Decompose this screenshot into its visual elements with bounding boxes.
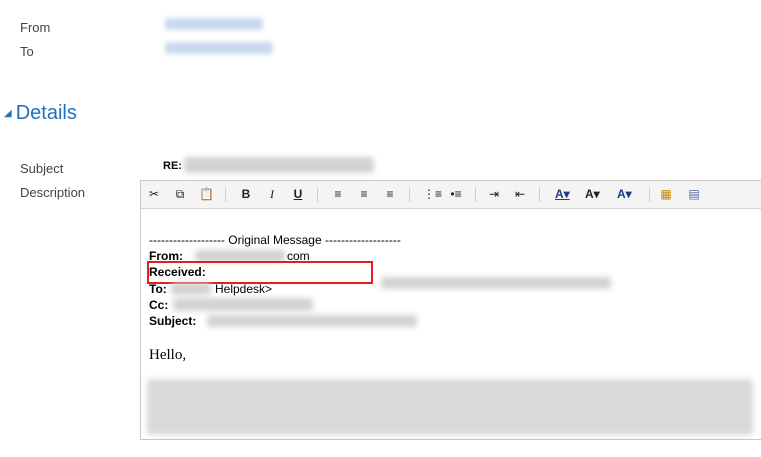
quoted-to-visible: Helpdesk>	[215, 282, 273, 296]
paste-icon[interactable]: 📋	[199, 186, 214, 202]
original-message-line: ------------------- Original Message ---…	[149, 233, 401, 247]
body-text-redacted	[147, 379, 753, 435]
quoted-to-line: To:	[149, 282, 167, 296]
quoted-to-label: To:	[149, 282, 167, 296]
collapse-triangle-icon[interactable]: ◢	[4, 108, 12, 119]
from-label: From	[20, 20, 51, 35]
from-value-redacted[interactable]	[165, 18, 263, 30]
bullet-list-icon[interactable]: •≡	[449, 186, 463, 202]
cut-icon[interactable]: ✂	[147, 186, 161, 202]
received-highlight-box	[147, 261, 373, 284]
description-label: Description	[20, 185, 86, 200]
font-size-icon[interactable]: A▾	[585, 186, 600, 202]
subject-label: Subject	[20, 161, 64, 176]
html-source-icon[interactable]: ▤	[687, 186, 701, 202]
quoted-subject-label: Subject:	[149, 314, 197, 328]
received-value-redacted	[381, 277, 611, 289]
quoted-cc-redacted	[173, 298, 313, 311]
numbered-list-icon[interactable]: ⋮≡	[423, 186, 442, 202]
quoted-subject-line: Subject:	[149, 314, 196, 328]
align-center-icon[interactable]: ≡	[357, 186, 371, 202]
quoted-to-redacted-a	[171, 283, 211, 295]
font-family-icon[interactable]: A▾	[555, 186, 570, 202]
increase-indent-icon[interactable]: ⇥	[487, 186, 501, 202]
editor-toolbar: ✂ ⧉ 📋 B I U ≡ ≡ ≡ ⋮≡ •≡ ⇥ ⇤ A▾ A▾ A▾ ▦ ▤	[141, 181, 761, 209]
italic-icon[interactable]: I	[265, 186, 279, 202]
font-color-icon[interactable]: A▾	[617, 186, 632, 202]
insert-image-icon[interactable]: ▦	[659, 186, 673, 202]
align-left-icon[interactable]: ≡	[331, 186, 345, 202]
details-section-header[interactable]: ◢ Details	[4, 102, 77, 125]
greeting-text: Hello,	[149, 347, 187, 363]
copy-icon[interactable]: ⧉	[173, 186, 187, 202]
to-label: To	[20, 44, 34, 59]
bold-icon[interactable]: B	[239, 186, 253, 202]
subject-value-redacted[interactable]	[184, 157, 374, 173]
decrease-indent-icon[interactable]: ⇤	[513, 186, 527, 202]
description-editor[interactable]: ✂ ⧉ 📋 B I U ≡ ≡ ≡ ⋮≡ •≡ ⇥ ⇤ A▾ A▾ A▾ ▦ ▤…	[140, 180, 761, 440]
quoted-subject-redacted	[207, 315, 417, 327]
subject-prefix: RE:	[163, 160, 182, 172]
underline-icon[interactable]: U	[291, 186, 305, 202]
to-value-redacted[interactable]	[165, 42, 273, 54]
details-title: Details	[15, 102, 77, 124]
quoted-cc-label: Cc:	[149, 298, 169, 312]
align-right-icon[interactable]: ≡	[383, 186, 397, 202]
quoted-cc-line: Cc:	[149, 298, 168, 312]
